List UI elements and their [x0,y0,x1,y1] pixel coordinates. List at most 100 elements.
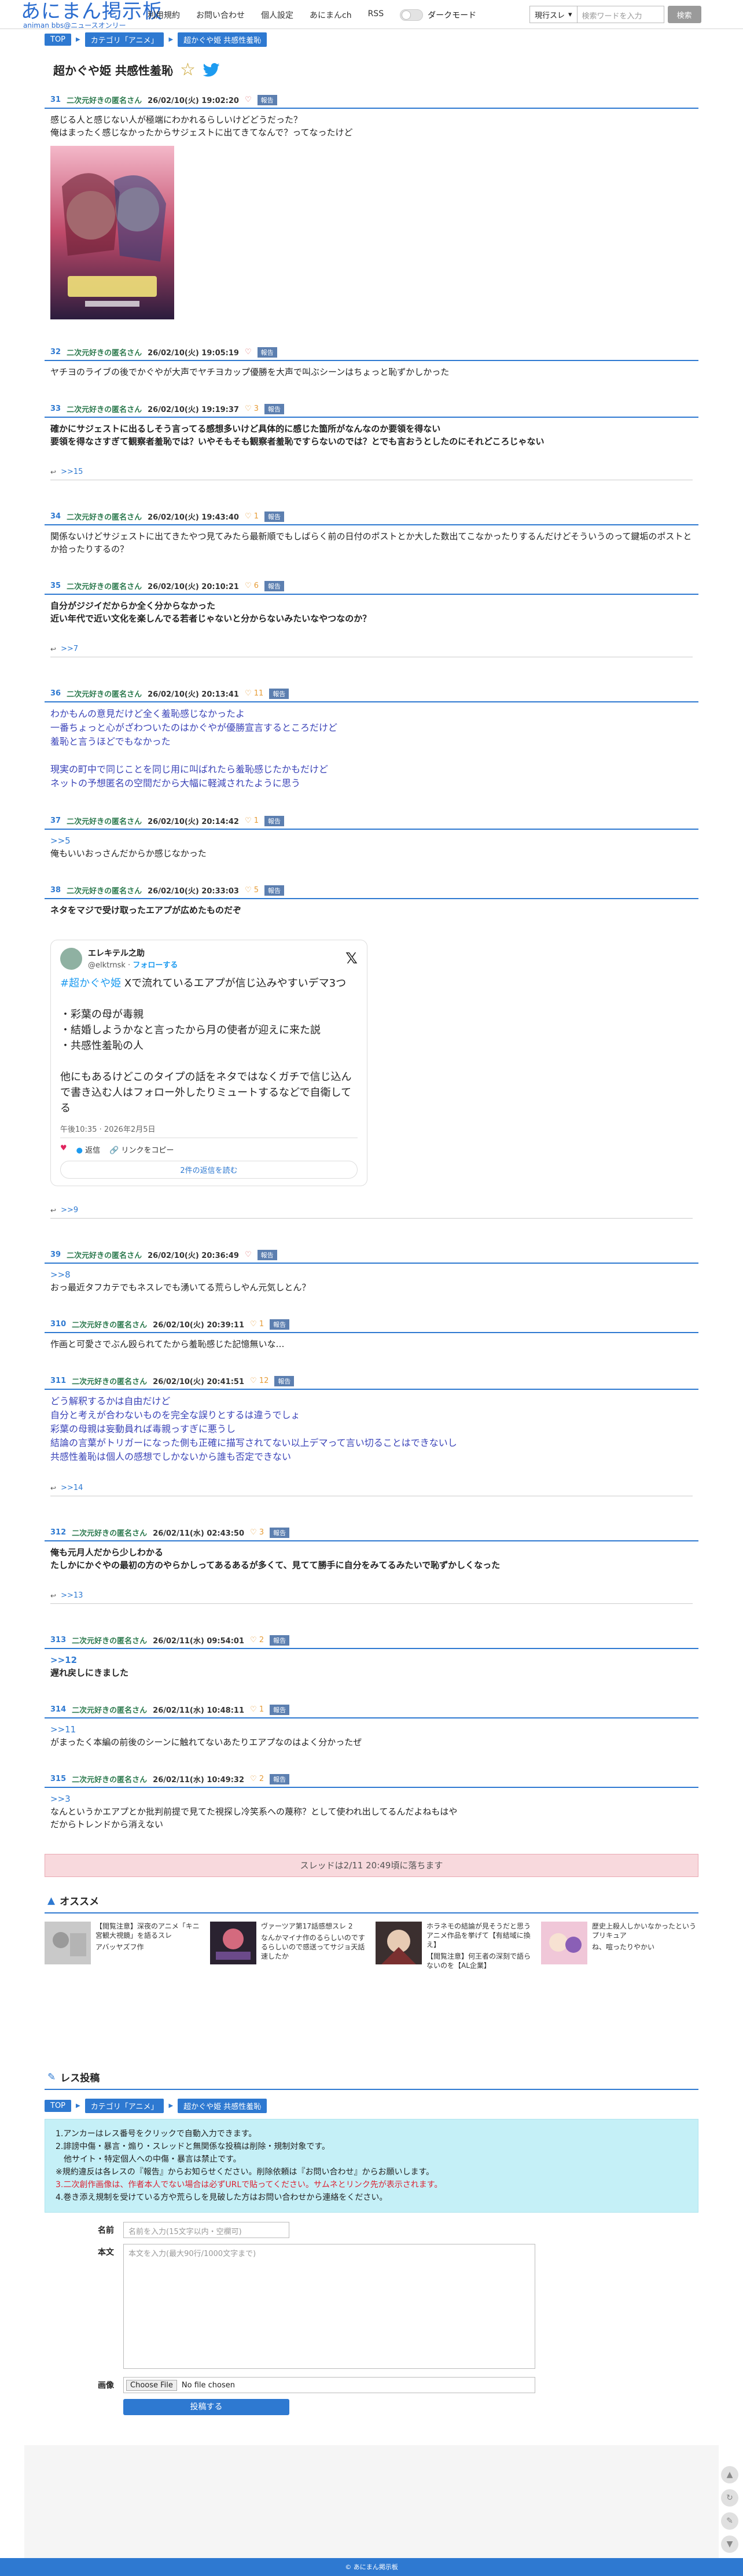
like-heart-icon[interactable]: ♡ 2 [250,1636,264,1644]
report-button[interactable]: 報告 [264,580,285,591]
recommend-item[interactable]: 歴史上殺人しかいなかったというプリキュア ね、喧ったりやかい [541,1922,698,1970]
reply-anchor-link[interactable]: >>14 [61,1484,83,1492]
breadcrumb-category[interactable]: カテゴリ「アニメ」 [84,32,164,47]
report-button[interactable]: 報告 [270,1319,290,1330]
x-logo-icon[interactable]: 𝕏 [345,950,358,967]
site-logo[interactable]: あにまん掲示板 animan bbs@ニュースオンリー [21,1,163,29]
report-button[interactable]: 報告 [257,1249,277,1260]
like-heart-icon[interactable]: ♡ [245,348,252,356]
like-heart-icon[interactable]: ♡ 6 [245,582,259,590]
follow-button[interactable]: フォローする [133,961,178,970]
breadcrumb-category[interactable]: カテゴリ「アニメ」 [84,2098,164,2113]
nav-rss[interactable]: RSS [368,9,384,21]
avatar[interactable] [60,947,82,970]
tweet-timestamp[interactable]: 午後10:35 · 2026年2月5日 [60,1118,358,1138]
like-heart-icon[interactable]: ♡ 1 [250,1705,264,1714]
reload-icon[interactable]: ↻ [721,2489,738,2507]
reply-anchor-link[interactable]: >>13 [61,1591,83,1600]
like-heart-icon[interactable]: ♡ 3 [250,1528,264,1537]
nav-animanch[interactable]: あにまんch [310,9,352,21]
anchor-link[interactable]: >>8 [50,1268,693,1281]
like-heart-icon[interactable]: ♡ 2 [250,1775,264,1783]
scroll-bottom-icon[interactable]: ▼ [721,2535,738,2553]
post-number[interactable]: 39 [50,1250,61,1259]
compose-icon[interactable]: ✎ [721,2512,738,2530]
search-button[interactable]: 検索 [667,6,701,23]
recommend-item[interactable]: 【閲覧注意】深夜のアニメ「キニ宮観大視鏡」を語るスレ アバッヤズフ作 [45,1922,202,1970]
anchor-link[interactable]: >>12 [50,1654,693,1666]
anchor-link[interactable]: >>3 [50,1793,693,1805]
nav-contact[interactable]: お問い合わせ [196,9,245,21]
recommend-item[interactable]: ヴァーツア第17話感想スレ 2 なんかマイナ作のるらしいのでするらしいので感送っ… [210,1922,367,1970]
body-textarea[interactable]: 本文を入力(最大90行/1000文字まで) [123,2244,535,2369]
reply-anchor-link[interactable]: >>7 [61,645,78,653]
post-number[interactable]: 36 [50,689,61,698]
like-heart-icon[interactable]: ♡ 1 [250,1320,264,1329]
twitter-share-icon[interactable] [203,62,220,77]
dark-mode-toggle[interactable]: ダークモード [400,9,476,21]
report-button[interactable]: 報告 [264,885,285,896]
report-button[interactable]: 報告 [264,815,285,826]
report-button[interactable]: 報告 [270,1704,290,1715]
report-button[interactable]: 報告 [264,511,285,522]
submit-button[interactable]: 投稿する [123,2399,289,2415]
post-number[interactable]: 310 [50,1320,66,1329]
post-number[interactable]: 38 [50,886,61,895]
anchor-link[interactable]: >>11 [50,1723,693,1736]
scroll-top-icon[interactable]: ▲ [721,2466,738,2483]
report-button[interactable]: 報告 [270,1773,290,1784]
toggle-track[interactable] [400,9,424,21]
like-heart-icon[interactable]: ♡ 5 [245,886,259,895]
breadcrumb-thread[interactable]: 超かぐや姫 共感性羞恥 [178,2098,267,2113]
report-button[interactable]: 報告 [270,1527,290,1538]
like-heart-icon[interactable]: ♡ [245,95,252,104]
name-field[interactable]: 名前を入力(15文字以内・空欄可) [123,2222,289,2238]
report-button[interactable]: 報告 [270,1635,290,1646]
tweet-hashtag[interactable]: #超かぐや姫 [60,977,121,989]
report-button[interactable]: 報告 [274,1375,295,1386]
anchor-link[interactable]: >>5 [50,834,693,847]
post-number[interactable]: 313 [50,1636,66,1644]
like-heart-icon[interactable]: ♡ [245,1250,252,1259]
post-number[interactable]: 312 [50,1528,66,1537]
post-number[interactable]: 311 [50,1377,66,1385]
tweet-reply-button[interactable]: ● 返信 [76,1144,101,1155]
report-button[interactable]: 報告 [257,94,277,105]
breadcrumb-thread[interactable]: 超かぐや姫 共感性羞恥 [178,32,267,47]
breadcrumb-top[interactable]: TOP [45,33,72,46]
search-scope-select[interactable]: 現行スレ ▾ [529,6,578,23]
post-number[interactable]: 34 [50,512,61,521]
report-button[interactable]: 報告 [264,403,285,414]
post-number[interactable]: 31 [50,95,61,104]
attached-poster-image[interactable] [50,146,174,319]
post-number[interactable]: 33 [50,404,61,413]
like-heart-icon[interactable]: ♡ 1 [245,512,259,521]
like-heart-icon[interactable]: ♥ [60,1144,67,1155]
nav-terms[interactable]: 利用規約 [148,9,180,21]
like-heart-icon[interactable]: ♡ 12 [250,1377,268,1385]
post-number[interactable]: 315 [50,1775,66,1783]
favorite-star-icon[interactable]: ☆ [180,60,196,80]
post-number[interactable]: 314 [50,1705,66,1714]
post-number[interactable]: 37 [50,816,61,825]
breadcrumb-top[interactable]: TOP [45,2099,72,2112]
tweet-author-name[interactable]: エレキテル之助 [88,947,178,959]
report-button[interactable]: 報告 [257,347,277,358]
nav-settings[interactable]: 個人設定 [261,9,293,21]
read-replies-button[interactable]: 2件の返信を読む [60,1161,358,1179]
like-heart-icon[interactable]: ♡ 1 [245,816,259,825]
tweet-copy-link-button[interactable]: 🔗 リンクをコピー [109,1144,174,1155]
post-number[interactable]: 32 [50,348,61,356]
file-input[interactable]: Choose File No file chosen [123,2377,535,2393]
embedded-tweet[interactable]: エレキテル之助 @elktrnsk · フォローする 𝕏 #超かぐや姫 Xで流れ… [50,940,367,1186]
search-input[interactable]: 検索ワードを入力 [577,6,664,23]
reply-anchor-link[interactable]: >>9 [61,1206,78,1215]
like-heart-icon[interactable]: ♡ 11 [245,689,263,698]
recommend-item-title: ホラネモの結論が見そうだと思うアニメ作品を挙げて【有結域に換え】 [426,1922,531,1949]
report-button[interactable]: 報告 [269,688,289,699]
reply-anchor-link[interactable]: >>15 [61,468,83,476]
choose-file-button[interactable]: Choose File [126,2379,177,2391]
post-number[interactable]: 35 [50,582,61,590]
recommend-item[interactable]: ホラネモの結論が見そうだと思うアニメ作品を挙げて【有結域に換え】 【閲覧注意】何… [376,1922,533,1970]
like-heart-icon[interactable]: ♡ 3 [245,404,259,413]
